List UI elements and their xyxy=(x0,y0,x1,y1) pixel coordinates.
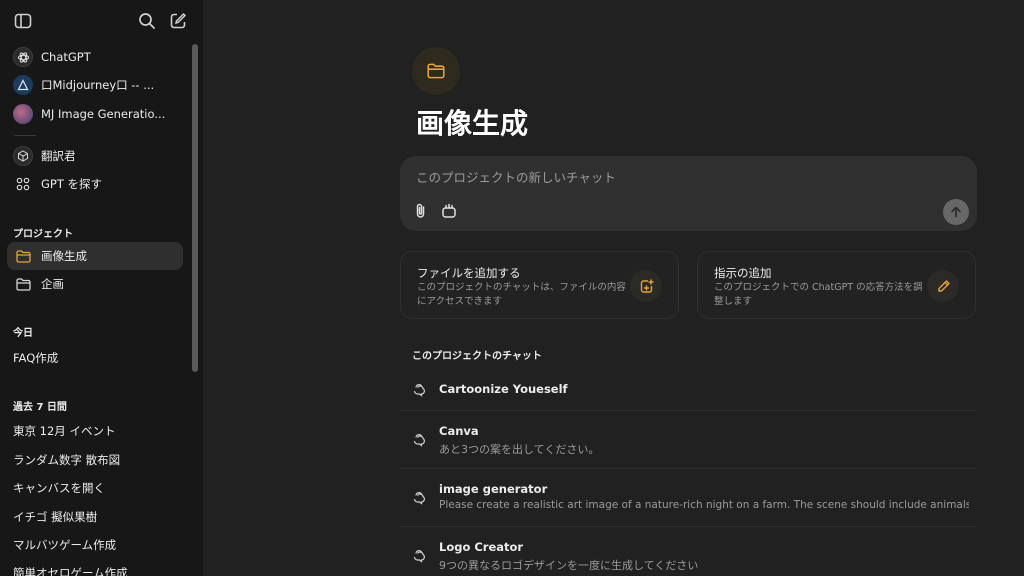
paperclip-icon[interactable] xyxy=(412,202,430,220)
past-week-heading: 過去 7 日間 xyxy=(13,402,67,413)
chat-snippet: Please create a realistic art image of a… xyxy=(439,499,969,511)
sidebar-item-label: 翻訳君 xyxy=(41,149,76,163)
page-title: 画像生成 xyxy=(416,107,529,140)
sidebar-chat-item[interactable]: 簡単オセロゲーム作成 xyxy=(13,565,128,576)
sidebar-project-image-generation[interactable]: 画像生成 xyxy=(7,242,183,270)
chat-title: Cartoonize Youeself xyxy=(439,382,568,396)
main-content: 画像生成 このプロジェクトの新しいチャット ファイルを追加する このプロジェクト… xyxy=(203,0,1024,576)
sidebar-chat-item[interactable]: 東京 12月 イベント xyxy=(13,423,115,439)
sidebar-chat-item[interactable]: キャンバスを開く xyxy=(13,480,105,496)
card-description: このプロジェクトでの ChatGPT の応答方法を調整します xyxy=(714,282,923,307)
chat-divider xyxy=(400,526,977,527)
chat-divider xyxy=(400,410,977,411)
sidebar: ChatGPT 口Midjourney口 -- ... MJ Image Gen… xyxy=(0,0,203,576)
chat-bubble-icon xyxy=(413,492,425,505)
folder-icon xyxy=(15,248,31,264)
sidebar-scrollbar[interactable] xyxy=(192,44,198,372)
sidebar-item-explore-gpts[interactable]: GPT を探す xyxy=(7,170,183,198)
sidebar-item-label: 企画 xyxy=(41,277,64,291)
search-icon[interactable] xyxy=(136,10,158,32)
card-title: ファイルを追加する xyxy=(417,266,521,280)
midjourney-avatar-icon xyxy=(13,75,33,95)
sidebar-item-midjourney[interactable]: 口Midjourney口 -- ... xyxy=(7,71,183,99)
today-heading: 今日 xyxy=(13,328,33,339)
project-chats-heading: このプロジェクトのチャット xyxy=(412,351,542,362)
project-chat-item[interactable]: Canva あと3つの案を出してください。 xyxy=(400,418,977,462)
chat-bubble-icon xyxy=(413,434,425,447)
openai-logo-icon xyxy=(13,47,33,67)
sidebar-chat-item[interactable]: イチゴ 擬似果樹 xyxy=(13,509,97,525)
mj-image-avatar-icon xyxy=(13,104,33,124)
arrow-up-icon xyxy=(951,206,961,218)
project-chat-item[interactable]: image generator Please create a realisti… xyxy=(400,476,977,520)
folder-icon xyxy=(427,63,445,79)
chat-divider xyxy=(400,468,977,469)
toolbox-icon[interactable] xyxy=(440,202,458,220)
sidebar-item-label: MJ Image Generatio... xyxy=(41,107,166,121)
sidebar-item-mj-image-generation[interactable]: MJ Image Generatio... xyxy=(7,100,183,128)
sidebar-chat-item[interactable]: マルバツゲーム作成 xyxy=(13,537,116,553)
chat-bubble-icon xyxy=(413,384,425,397)
pencil-icon xyxy=(937,279,950,292)
sidebar-project-planning[interactable]: 企画 xyxy=(7,270,183,298)
send-button[interactable] xyxy=(943,199,969,225)
new-chat-icon[interactable] xyxy=(167,10,189,32)
grid-icon xyxy=(13,174,33,194)
composer-placeholder[interactable]: このプロジェクトの新しいチャット xyxy=(416,167,616,186)
sidebar-item-label: 画像生成 xyxy=(41,249,87,263)
sidebar-item-label: GPT を探す xyxy=(41,177,103,191)
folder-icon xyxy=(15,276,31,292)
add-file-icon xyxy=(640,278,654,293)
project-chat-item[interactable]: Cartoonize Youeself xyxy=(400,376,977,404)
chat-bubble-icon xyxy=(413,550,425,563)
add-instructions-button[interactable] xyxy=(927,270,959,302)
card-title: 指示の追加 xyxy=(714,266,772,280)
sidebar-chat-item[interactable]: FAQ作成 xyxy=(13,350,58,366)
chat-composer[interactable]: このプロジェクトの新しいチャット xyxy=(400,156,977,231)
chat-title: Canva xyxy=(439,424,479,438)
sidebar-chat-item[interactable]: ランダム数字 散布図 xyxy=(13,452,120,468)
sidebar-item-translator[interactable]: 翻訳君 xyxy=(7,142,183,170)
add-file-button[interactable] xyxy=(630,270,662,302)
project-folder-badge xyxy=(412,47,460,95)
toggle-sidebar-icon[interactable] xyxy=(12,10,34,32)
sidebar-item-label: 口Midjourney口 -- ... xyxy=(41,78,155,92)
add-instructions-card[interactable]: 指示の追加 このプロジェクトでの ChatGPT の応答方法を調整します xyxy=(697,251,976,319)
sidebar-top-bar xyxy=(12,10,189,32)
sidebar-item-label: ChatGPT xyxy=(41,50,91,64)
translator-avatar-icon xyxy=(13,146,33,166)
chat-title: image generator xyxy=(439,482,548,496)
card-description: このプロジェクトのチャットは、ファイルの内容にアクセスできます xyxy=(417,282,626,307)
project-chat-item[interactable]: Logo Creator 9つの異なるロゴデザインを一度に生成してください xyxy=(400,534,977,576)
chat-title: Logo Creator xyxy=(439,540,524,554)
chat-snippet: あと3つの案を出してください。 xyxy=(439,443,600,456)
chat-snippet: 9つの異なるロゴデザインを一度に生成してください xyxy=(439,559,699,572)
add-files-card[interactable]: ファイルを追加する このプロジェクトのチャットは、ファイルの内容にアクセスできま… xyxy=(400,251,679,319)
sidebar-item-chatgpt[interactable]: ChatGPT xyxy=(7,43,183,71)
projects-heading: プロジェクト xyxy=(13,229,73,240)
sidebar-divider xyxy=(14,135,36,136)
